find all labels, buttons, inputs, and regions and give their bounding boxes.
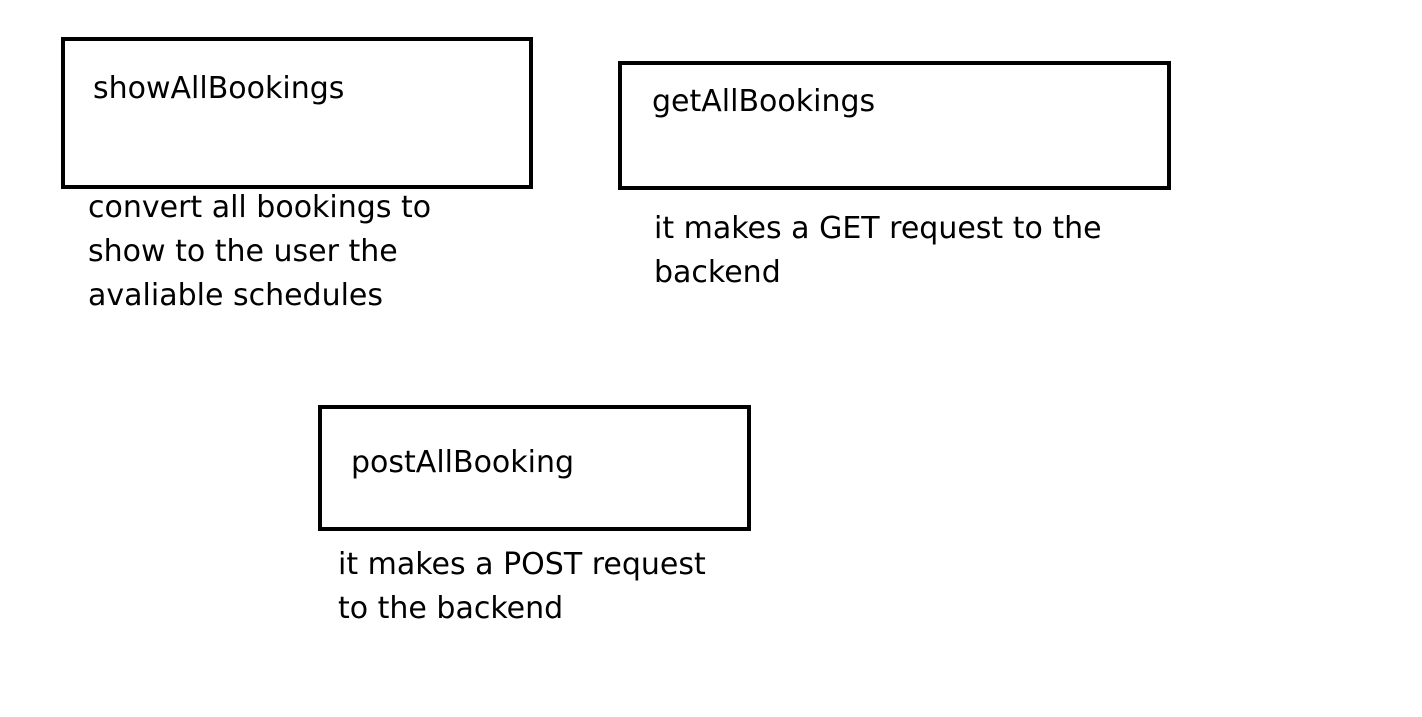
description-line: avaliable schedules xyxy=(88,278,384,313)
description-line: backend xyxy=(654,255,781,290)
description-line: it makes a GET request to the xyxy=(654,211,1102,246)
function-description: convert all bookings to show to the user… xyxy=(88,186,431,318)
function-name: showAllBookings xyxy=(93,71,345,106)
function-box-showallbookings: showAllBookings xyxy=(61,37,533,189)
description-line: convert all bookings to xyxy=(88,190,432,225)
function-box-getallbookings: getAllBookings xyxy=(618,61,1171,190)
description-line: it makes a POST request xyxy=(338,547,706,582)
description-line: to the backend xyxy=(338,591,564,626)
function-box-postallbooking: postAllBooking xyxy=(318,405,751,531)
description-line: show to the user the xyxy=(88,234,398,269)
function-description: it makes a POST request to the backend xyxy=(338,543,706,631)
function-description: it makes a GET request to the backend xyxy=(654,207,1102,295)
function-name: getAllBookings xyxy=(652,84,876,119)
function-name: postAllBooking xyxy=(351,445,575,480)
